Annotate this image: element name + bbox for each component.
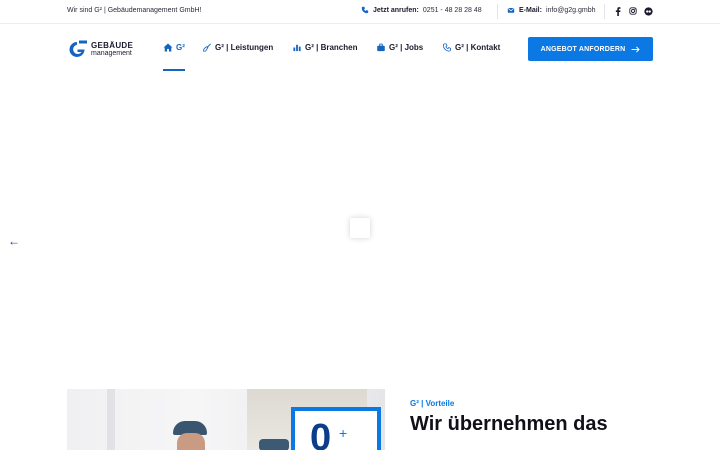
phone-icon bbox=[442, 43, 452, 52]
email-label: E-Mail: bbox=[519, 6, 542, 14]
main-header: GEBÄUDE management G² G² | Leistungen G²… bbox=[0, 25, 720, 73]
photo-wall bbox=[107, 389, 115, 450]
nav-jobs[interactable]: G² | Jobs bbox=[376, 43, 423, 52]
hero-slider: ← bbox=[0, 74, 720, 374]
company-logo[interactable]: GEBÄUDE management bbox=[67, 40, 133, 58]
top-bar: Wir sind G² | Gebäudemanagement GmbH! Je… bbox=[0, 0, 720, 24]
photo-worker-face bbox=[177, 433, 205, 450]
flickr-icon[interactable] bbox=[643, 6, 653, 16]
active-nav-indicator bbox=[163, 69, 185, 71]
phone-contact[interactable]: Jetzt anrufen: 0251 - 48 28 28 48 bbox=[361, 6, 482, 14]
g2-logo-icon bbox=[69, 40, 87, 57]
broom-icon bbox=[202, 43, 211, 52]
phone-number[interactable]: 0251 - 48 28 28 48 bbox=[423, 7, 482, 14]
request-quote-label: ANGEBOT ANFORDERN bbox=[540, 45, 626, 53]
arrow-right-icon bbox=[631, 46, 641, 52]
section-title: Wir übernehmen das bbox=[410, 413, 608, 435]
chart-icon bbox=[293, 44, 301, 52]
instagram-icon[interactable] bbox=[628, 6, 638, 16]
section-kicker: G² | Vorteile bbox=[410, 399, 455, 408]
nav-kontakt[interactable]: G² | Kontakt bbox=[442, 43, 500, 52]
briefcase-icon bbox=[377, 43, 385, 52]
divider bbox=[497, 4, 498, 19]
phone-icon bbox=[361, 6, 369, 14]
phone-label: Jetzt anrufen: bbox=[373, 6, 419, 14]
email-address[interactable]: info@g2g.gmbh bbox=[546, 7, 596, 14]
logo-text: GEBÄUDE management bbox=[91, 40, 134, 57]
nav-branchen[interactable]: G² | Branchen bbox=[292, 43, 357, 52]
facebook-icon[interactable] bbox=[613, 6, 623, 16]
company-tagline: Wir sind G² | Gebäudemanagement GmbH! bbox=[67, 7, 202, 14]
slider-prev-arrow-icon[interactable]: ← bbox=[8, 235, 20, 247]
nav-kontakt-label: G² | Kontakt bbox=[455, 43, 501, 52]
nav-leistungen[interactable]: G² | Leistungen bbox=[202, 43, 273, 52]
divider bbox=[604, 4, 605, 19]
photo-worker-jacket bbox=[259, 439, 289, 450]
counter-value: 0 bbox=[310, 417, 332, 450]
nav-branchen-label: G² | Branchen bbox=[305, 43, 358, 52]
email-contact[interactable]: E-Mail: info@g2g.gmbh bbox=[507, 6, 595, 14]
experience-counter: 0 + bbox=[291, 407, 381, 450]
nav-jobs-label: G² | Jobs bbox=[389, 43, 424, 52]
logo-line-1: GEBÄUDE bbox=[91, 40, 134, 50]
email-icon bbox=[507, 8, 515, 13]
slider-loading-indicator bbox=[350, 218, 370, 238]
request-quote-button[interactable]: ANGEBOT ANFORDERN bbox=[528, 37, 653, 61]
home-icon bbox=[163, 43, 173, 52]
nav-home[interactable]: G² bbox=[163, 43, 185, 52]
nav-leistungen-label: G² | Leistungen bbox=[215, 43, 274, 52]
counter-suffix: + bbox=[339, 425, 348, 441]
logo-line-2: management bbox=[91, 49, 132, 57]
nav-home-label: G² bbox=[176, 43, 185, 52]
